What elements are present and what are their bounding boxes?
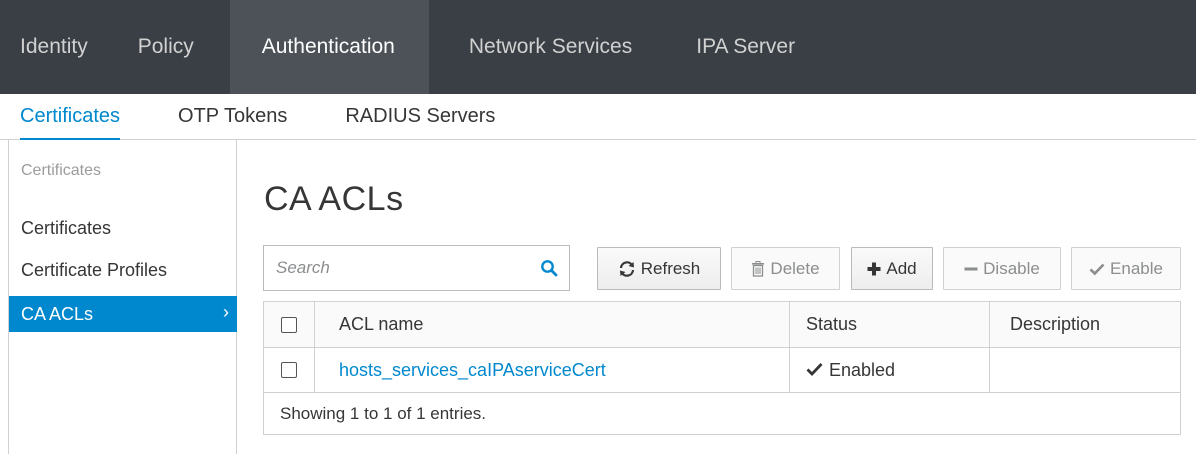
table-row: hosts_services_caIPAserviceCert Enabled <box>264 348 1180 393</box>
delete-label: Delete <box>770 258 820 278</box>
sidebar-item-label: Certificates <box>21 217 112 238</box>
column-header-description[interactable]: Description <box>990 302 1180 347</box>
top-navigation: Identity Policy Authentication Network S… <box>0 0 1196 94</box>
delete-button[interactable]: Delete <box>731 247 840 290</box>
check-icon <box>1089 262 1105 276</box>
refresh-icon <box>618 260 636 277</box>
sidebar-heading: Certificates <box>21 162 102 179</box>
table-footer: Showing 1 to 1 of 1 entries. <box>280 403 487 423</box>
refresh-button[interactable]: Refresh <box>597 247 721 290</box>
search-box: Search <box>263 245 570 291</box>
chevron-right-icon: › <box>223 302 229 322</box>
enable-label: Enable <box>1110 258 1163 278</box>
check-icon <box>806 360 823 381</box>
tab-network-services[interactable]: Network Services <box>429 0 672 94</box>
status-label: Enabled <box>829 359 896 380</box>
secondary-navigation: Certificates OTP Tokens RADIUS Servers <box>0 94 1196 141</box>
add-button[interactable]: Add <box>851 247 933 290</box>
refresh-label: Refresh <box>640 258 701 278</box>
table-header: ACL name Status Description <box>264 302 1180 348</box>
tab-ipa-server[interactable]: IPA Server <box>672 0 818 94</box>
tab-authentication[interactable]: Authentication <box>229 0 429 94</box>
acl-table: ACL name Status Description hosts_servic… <box>263 301 1181 435</box>
search-icon[interactable] <box>529 246 569 290</box>
disable-button[interactable]: Disable <box>943 247 1061 290</box>
search-input[interactable]: Search <box>264 258 529 278</box>
column-header-acl-name[interactable]: ACL name <box>315 302 790 347</box>
trash-icon <box>751 260 765 277</box>
row-checkbox[interactable] <box>281 362 297 378</box>
sidebar-item-certificates[interactable]: Certificates <box>9 210 237 246</box>
sidebar-item-certificate-profiles[interactable]: Certificate Profiles <box>9 252 237 288</box>
plus-icon <box>867 262 881 276</box>
subtab-otp-tokens[interactable]: OTP Tokens <box>178 94 287 140</box>
minus-icon <box>964 262 978 276</box>
status-value: Enabled <box>806 360 895 381</box>
status-cell: Enabled <box>790 348 990 392</box>
select-all-checkbox[interactable] <box>281 316 297 333</box>
acl-name-cell: hosts_services_caIPAserviceCert <box>315 348 790 392</box>
enable-button[interactable]: Enable <box>1071 247 1181 290</box>
description-cell <box>990 348 1180 392</box>
select-all-cell <box>264 302 315 347</box>
sidebar-item-label: CA ACLs <box>21 303 94 324</box>
row-check-cell <box>264 348 315 392</box>
subtab-certificates[interactable]: Certificates <box>20 94 121 141</box>
subtab-radius-servers[interactable]: RADIUS Servers <box>345 94 495 140</box>
column-header-status[interactable]: Status <box>790 302 990 347</box>
tab-policy[interactable]: Policy <box>138 0 230 94</box>
acl-name-link[interactable]: hosts_services_caIPAserviceCert <box>339 360 606 381</box>
sidebar-item-ca-acls[interactable]: CA ACLs › <box>9 296 237 332</box>
add-label: Add <box>886 258 917 278</box>
sidebar-item-label: Certificate Profiles <box>21 259 168 280</box>
sidebar: Certificates Certificates Certificate Pr… <box>8 140 237 454</box>
tab-identity[interactable]: Identity <box>0 0 138 94</box>
page-title: CA ACLs <box>264 180 404 218</box>
disable-label: Disable <box>983 258 1040 278</box>
